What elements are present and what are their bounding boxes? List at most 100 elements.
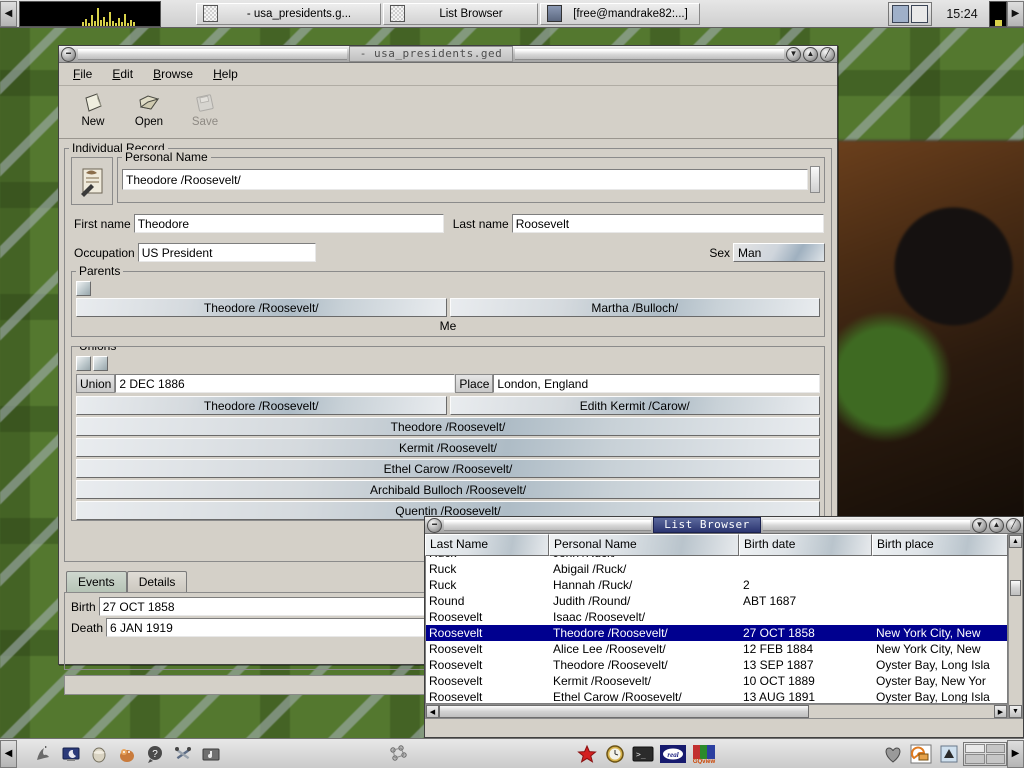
realplayer-icon[interactable]: real: [660, 743, 686, 765]
menu-help[interactable]: Help: [213, 67, 238, 81]
maximize-button[interactable]: ╱: [1006, 518, 1021, 533]
main-window-titlebar[interactable]: ━ - usa_presidents.ged ▼ ▲ ╱: [59, 46, 837, 63]
taskbar-scroll-left-button[interactable]: ◀: [0, 1, 17, 27]
column-header-birth-place[interactable]: Birth place: [872, 534, 1008, 556]
tab-events[interactable]: Events: [66, 571, 127, 592]
child-button[interactable]: Ethel Carow /Roosevelt/: [76, 459, 820, 478]
editor-icon[interactable]: [200, 743, 222, 765]
maximize-button[interactable]: ╱: [820, 47, 835, 62]
menu-file[interactable]: File: [73, 67, 92, 81]
menu-edit[interactable]: Edit: [112, 67, 133, 81]
table-row[interactable]: Ruck Abigail /Ruck/: [426, 561, 1007, 577]
star-icon[interactable]: [576, 743, 598, 765]
gqview-icon[interactable]: GQview: [692, 743, 716, 765]
shade-button[interactable]: ▼: [786, 47, 801, 62]
table-row[interactable]: Ruck Hannah /Ruck/ 2: [426, 577, 1007, 593]
new-button[interactable]: New: [71, 90, 115, 128]
menu-browse[interactable]: Browse: [153, 67, 193, 81]
window-menu-icon[interactable]: ━: [61, 47, 76, 62]
table-row[interactable]: Round Judith /Round/ ABT 1687: [426, 593, 1007, 609]
list-rows-container[interactable]: Ruck John /Ruck/ Ruck Abigail /Ruck/ Ruc…: [425, 556, 1008, 704]
child-button[interactable]: Kermit /Roosevelt/: [76, 438, 820, 457]
minimize-button[interactable]: ▲: [989, 518, 1004, 533]
occupation-input[interactable]: US President: [138, 243, 316, 262]
clock-icon[interactable]: [604, 743, 626, 765]
pager-desktop-2[interactable]: [911, 5, 928, 23]
pager-applet[interactable]: [888, 2, 932, 26]
personal-name-scrollbar[interactable]: [810, 166, 820, 193]
klipper-icon[interactable]: [938, 743, 960, 765]
taskbar-button-terminal[interactable]: [free@mandrake82:...]: [540, 3, 700, 25]
parents-nav-button[interactable]: [76, 281, 91, 296]
child-button[interactable]: Archibald Bulloch /Roosevelt/: [76, 480, 820, 499]
last-name-input[interactable]: Roosevelt: [512, 214, 824, 233]
first-name-input[interactable]: Theodore: [134, 214, 444, 233]
union-spouse-right-button[interactable]: Edith Kermit /Carow/: [450, 396, 821, 415]
desktop-icon[interactable]: [60, 743, 82, 765]
palette-icon[interactable]: [910, 743, 932, 765]
column-header-personal-name[interactable]: Personal Name: [549, 534, 739, 556]
heart-icon[interactable]: [882, 743, 904, 765]
mouse-icon[interactable]: [88, 743, 110, 765]
open-button[interactable]: Open: [127, 90, 171, 128]
sex-select[interactable]: Man: [733, 243, 825, 262]
panel-collapse-right-button[interactable]: ▶: [1007, 740, 1024, 768]
scroll-right-button[interactable]: ▶: [994, 705, 1007, 718]
mother-button[interactable]: Martha /Bulloch/: [450, 298, 821, 317]
table-row[interactable]: Roosevelt Isaac /Roosevelt/: [426, 609, 1007, 625]
svg-text:>_: >_: [636, 750, 646, 759]
person-note-icon[interactable]: [71, 157, 113, 205]
panel-collapse-left-button[interactable]: ◀: [0, 740, 17, 768]
union-place-input[interactable]: London, England: [493, 374, 820, 393]
tab-details[interactable]: Details: [127, 571, 188, 592]
table-row[interactable]: Roosevelt Alice Lee /Roosevelt/ 12 FEB 1…: [426, 641, 1007, 657]
taskbar-scroll-right-button[interactable]: ▶: [1007, 1, 1024, 27]
union-prev-button[interactable]: [76, 356, 91, 371]
vertical-scrollbar[interactable]: ▲ ▼: [1008, 534, 1023, 719]
mini-monitor-applet[interactable]: [989, 1, 1007, 27]
vertical-scroll-thumb[interactable]: [1010, 580, 1021, 596]
list-browser-titlebar[interactable]: ━ List Browser ▼ ▲ ╱: [425, 517, 1023, 534]
column-header-birth-date[interactable]: Birth date: [739, 534, 872, 556]
scroll-up-button[interactable]: ▲: [1009, 535, 1022, 548]
horizontal-scrollbar[interactable]: ◀ ▶: [425, 704, 1008, 719]
union-next-button[interactable]: [93, 356, 108, 371]
gimp-icon[interactable]: [116, 743, 138, 765]
father-button[interactable]: Theodore /Roosevelt/: [76, 298, 447, 317]
personal-name-input[interactable]: Theodore /Roosevelt/: [122, 169, 808, 190]
pager-bottom-desktop-2[interactable]: [986, 744, 1006, 754]
pager-bottom-desktop-1[interactable]: [965, 744, 985, 754]
window-menu-icon[interactable]: ━: [427, 518, 442, 533]
table-row[interactable]: Roosevelt Theodore /Roosevelt/ 13 SEP 18…: [426, 657, 1007, 673]
pager-applet-bottom[interactable]: [963, 742, 1007, 766]
scroll-down-button[interactable]: ▼: [1009, 705, 1022, 718]
table-row-selected[interactable]: Roosevelt Theodore /Roosevelt/ 27 OCT 18…: [426, 625, 1007, 641]
cell-birth-place: [873, 561, 1007, 577]
pager-bottom-desktop-4[interactable]: [986, 754, 1006, 764]
tools-icon[interactable]: [172, 743, 194, 765]
table-row[interactable]: Roosevelt Ethel Carow /Roosevelt/ 13 AUG…: [426, 689, 1007, 704]
network-icon[interactable]: [388, 743, 410, 765]
list-browser-window[interactable]: ━ List Browser ▼ ▲ ╱ Last Name Personal …: [424, 516, 1024, 738]
child-button[interactable]: Theodore /Roosevelt/: [76, 417, 820, 436]
image-viewer-window[interactable]: [836, 140, 1024, 522]
taskbar-button-list-browser[interactable]: List Browser: [383, 3, 538, 25]
cell-birth-date: 13 AUG 1891: [740, 689, 873, 704]
scroll-left-button[interactable]: ◀: [426, 705, 439, 718]
column-header-last-name[interactable]: Last Name: [425, 534, 549, 556]
help-icon[interactable]: ?: [144, 743, 166, 765]
terminal-icon[interactable]: >_: [632, 743, 654, 765]
table-row[interactable]: Roosevelt Kermit /Roosevelt/ 10 OCT 1889…: [426, 673, 1007, 689]
horizontal-scroll-thumb[interactable]: [439, 705, 809, 718]
pager-desktop-1[interactable]: [892, 5, 909, 23]
taskbar-button-usa-presidents[interactable]: - usa_presidents.g...: [196, 3, 381, 25]
cell-birth-place: [873, 577, 1007, 593]
kde-menu-icon[interactable]: [32, 743, 54, 765]
cell-personal-name: Hannah /Ruck/: [550, 577, 740, 593]
pager-bottom-desktop-3[interactable]: [965, 754, 985, 764]
union-spouse-left-button[interactable]: Theodore /Roosevelt/: [76, 396, 447, 415]
shade-button[interactable]: ▼: [972, 518, 987, 533]
minimize-button[interactable]: ▲: [803, 47, 818, 62]
system-monitor-applet[interactable]: [19, 1, 161, 27]
union-date-input[interactable]: 2 DEC 1886: [115, 374, 455, 393]
